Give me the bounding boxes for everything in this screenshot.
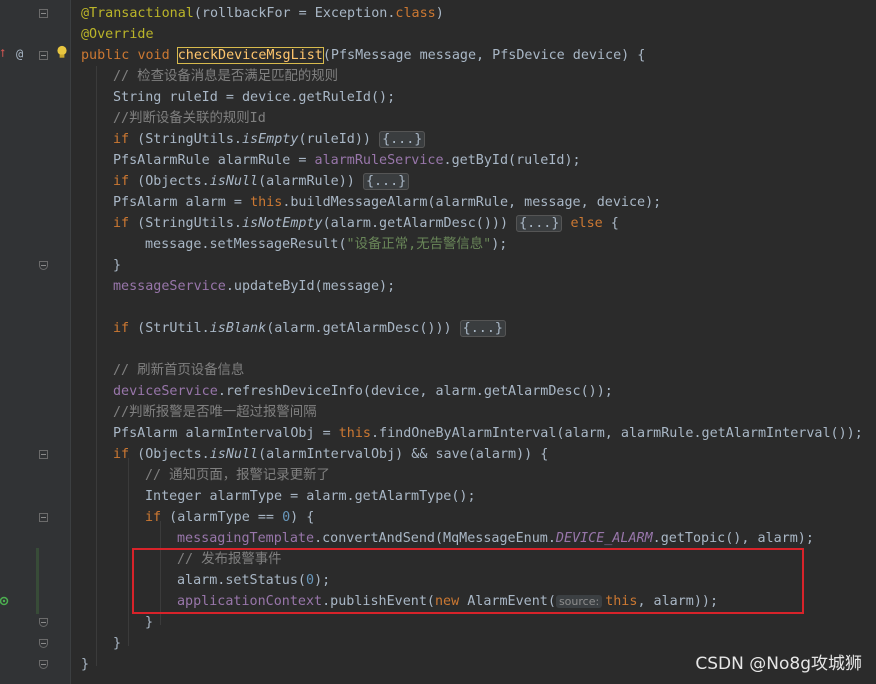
code-line-11: if (StringUtils.isNotEmpty(alarm.getAlar…: [113, 215, 619, 232]
indent-guide: [96, 66, 97, 666]
code-line-23: // 通知页面，报警记录更新了: [145, 468, 330, 483]
gutter-divider: [70, 0, 71, 684]
annotation-marker-icon[interactable]: @: [16, 48, 23, 60]
method-name[interactable]: checkDeviceMsgList: [176, 47, 324, 64]
editor-gutter: [0, 0, 70, 684]
code-line-12: message.setMessageResult("设备正常,无告警信息");: [145, 237, 508, 252]
folded-block[interactable]: {...}: [379, 131, 426, 148]
code-line-6: //判断设备关联的规则Id: [113, 111, 266, 126]
fold-marker[interactable]: [39, 9, 48, 18]
watermark: CSDN @No8g攻城狮: [695, 654, 862, 674]
code-line-19: deviceService.refreshDeviceInfo(device, …: [113, 384, 613, 399]
code-line-24: Integer alarmType = alarm.getAlarmType()…: [145, 489, 476, 504]
indent-guide: [128, 458, 129, 646]
code-line-20: //判断报警是否唯一超过报警间隔: [113, 405, 317, 420]
code-line-2: @Override: [81, 27, 154, 42]
code-line-3: public void checkDeviceMsgList(PfsMessag…: [81, 47, 646, 64]
fold-marker[interactable]: [39, 261, 48, 270]
override-arrow-icon[interactable]: ⭡: [0, 48, 5, 60]
fold-marker[interactable]: [39, 639, 48, 648]
highlight-box: [132, 548, 804, 614]
vcs-change-marker[interactable]: [36, 548, 39, 614]
code-line-13: }: [113, 258, 122, 273]
code-line-10: PfsAlarm alarm = this.buildMessageAlarm(…: [113, 195, 662, 210]
folded-block[interactable]: {...}: [459, 320, 506, 337]
code-line-30: }: [145, 615, 154, 630]
code-line-14: messageService.updateById(message);: [113, 279, 396, 294]
code-line-5: String ruleId = device.getRuleId();: [113, 90, 396, 105]
code-line-18: // 刷新首页设备信息: [113, 363, 245, 378]
fold-marker[interactable]: [39, 450, 48, 459]
code-line-25: if (alarmType == 0) {: [145, 510, 315, 525]
fold-marker[interactable]: [39, 618, 48, 627]
code-line-16: if (StrUtil.isBlank(alarm.getAlarmDesc()…: [113, 318, 506, 339]
folded-block[interactable]: {...}: [516, 215, 563, 232]
code-line-32: }: [81, 657, 90, 672]
code-line-26: messagingTemplate.convertAndSend(MqMessa…: [177, 531, 814, 546]
code-line-21: PfsAlarm alarmIntervalObj = this.findOne…: [113, 426, 863, 441]
code-line-7: if (StringUtils.isEmpty(ruleId)) {...}: [113, 129, 426, 150]
code-line-31: }: [113, 636, 122, 651]
fold-marker[interactable]: [39, 660, 48, 669]
code-line-4: // 检查设备消息是否满足匹配的规则: [113, 69, 339, 84]
code-line-22: if (Objects.isNull(alarmIntervalObj) && …: [113, 447, 549, 462]
fold-marker[interactable]: [39, 51, 48, 60]
folded-block[interactable]: {...}: [362, 173, 410, 190]
code-line-8: PfsAlarmRule alarmRule = alarmRuleServic…: [113, 153, 581, 168]
code-line-1: @Transactional(rollbackFor = Exception.c…: [81, 6, 444, 21]
code-line-9: if (Objects.isNull(alarmRule)) {...}: [113, 171, 410, 192]
fold-marker[interactable]: [39, 513, 48, 522]
lightbulb-icon[interactable]: [56, 45, 68, 62]
event-listener-icon[interactable]: [0, 595, 10, 609]
